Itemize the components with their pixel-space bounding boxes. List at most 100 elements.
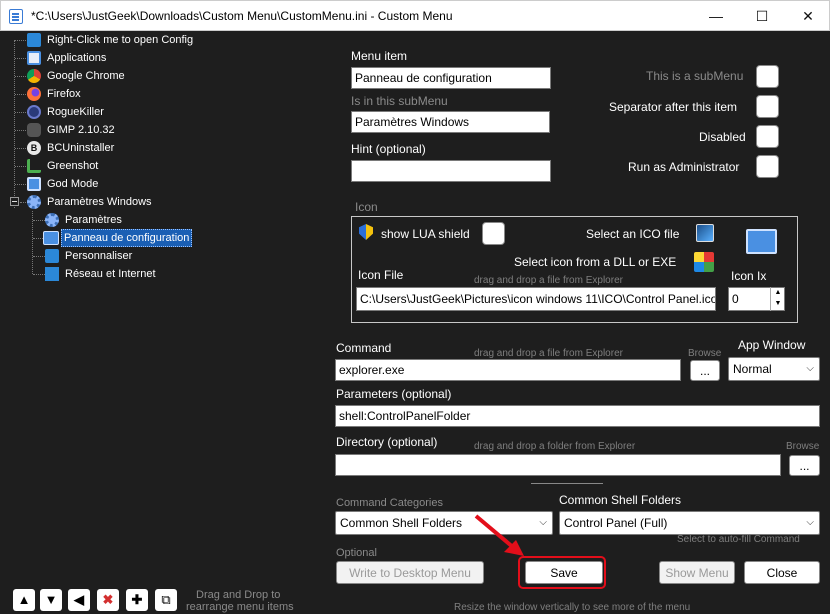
tree-item-label: BCUninstaller <box>47 142 115 154</box>
maximize-button[interactable]: ☐ <box>739 1 785 31</box>
title-bar: *C:\Users\JustGeek\Downloads\Custom Menu… <box>0 0 830 31</box>
collapse-toggle[interactable] <box>10 197 19 206</box>
select-dll-button[interactable] <box>694 252 714 272</box>
parameters-label: Parameters (optional) <box>336 387 452 401</box>
chevron-down-icon: ⌵ <box>539 517 547 528</box>
command-categories-label: Command Categories <box>336 497 443 509</box>
bcuninstaller-icon: B <box>27 141 41 155</box>
separator-checkbox[interactable] <box>756 95 779 118</box>
run-admin-label: Run as Administrator <box>628 160 740 174</box>
command-browse-hint: Browse <box>688 348 722 359</box>
resize-hint: Resize the window vertically to see more… <box>454 602 691 613</box>
divider <box>531 483 603 484</box>
save-highlight-box <box>518 556 606 589</box>
red-arrow-annotation <box>474 514 524 556</box>
icon-file-input[interactable]: C:\Users\JustGeek\Pictures\icon windows … <box>356 287 716 311</box>
shell-folders-label: Common Shell Folders <box>559 493 682 507</box>
write-desktop-menu-button[interactable]: Write to Desktop Menu <box>336 561 484 584</box>
show-menu-button[interactable]: Show Menu <box>659 561 735 584</box>
icon-index-spinner[interactable]: ▲ ▼ <box>770 287 785 311</box>
gear-icon <box>45 213 59 227</box>
add-button[interactable]: ✚ <box>126 589 148 611</box>
disabled-checkbox[interactable] <box>756 125 779 148</box>
app-window-select[interactable]: Normal ⌵ <box>728 357 820 381</box>
app-icon <box>9 9 23 24</box>
minimize-button[interactable]: — <box>693 1 739 31</box>
move-left-button[interactable]: ◀ <box>68 589 90 611</box>
tree-line <box>33 220 45 221</box>
personalize-icon <box>45 249 59 263</box>
command-input[interactable]: explorer.exe <box>335 359 681 381</box>
shell-folders-value: Control Panel (Full) <box>564 516 668 530</box>
tree-line <box>33 256 45 257</box>
copy-button[interactable]: ⧉ <box>155 589 177 611</box>
select-ico-button[interactable] <box>696 224 714 242</box>
icon-index-label: Icon Ix <box>731 269 767 283</box>
separator-label: Separator after this item <box>609 100 738 114</box>
tree-item-label: RogueKiller <box>47 106 104 118</box>
hint-input[interactable] <box>351 160 551 182</box>
tree-item-label: Applications <box>47 52 107 64</box>
tree-item-label: Google Chrome <box>47 70 125 82</box>
roguekiller-icon <box>27 105 41 119</box>
tree-item-label: Firefox <box>47 88 81 100</box>
move-down-button[interactable]: ▼ <box>40 589 62 611</box>
tree-item-label: God Mode <box>47 178 99 190</box>
menu-item-label: Menu item <box>351 49 408 63</box>
chrome-icon <box>27 69 41 83</box>
tree-item-label: Right-Click me to open Config <box>47 34 194 46</box>
autofill-hint: Select to auto-fill Command <box>677 534 800 545</box>
optional-label: Optional <box>336 547 377 559</box>
tree-item-label: Greenshot <box>47 160 99 172</box>
icon-preview <box>746 229 777 254</box>
close-window-button[interactable]: ✕ <box>785 1 830 31</box>
submenu-input[interactable]: Paramètres Windows <box>351 111 550 133</box>
submenu-label: Is in this subMenu <box>351 94 448 108</box>
godmode-icon <box>27 177 41 191</box>
drag-drop-hint-1: Drag and Drop to <box>196 589 281 601</box>
tree-item-label: Réseau et Internet <box>65 268 156 280</box>
directory-input[interactable] <box>335 454 781 476</box>
spin-up-icon[interactable]: ▲ <box>771 287 785 298</box>
chevron-down-icon: ⌵ <box>806 363 814 374</box>
control-panel-icon <box>43 231 59 245</box>
lua-shield-label: show LUA shield <box>381 227 470 241</box>
tree-item-label: Panneau de configuration <box>61 229 193 247</box>
icon-file-label: Icon File <box>358 268 404 282</box>
move-up-button[interactable]: ▲ <box>13 589 35 611</box>
directory-drag-hint: drag and drop a folder from Explorer <box>474 441 636 452</box>
icon-group-title: Icon <box>355 200 378 214</box>
hint-label: Hint (optional) <box>351 142 426 156</box>
window-title: *C:\Users\JustGeek\Downloads\Custom Menu… <box>31 9 453 23</box>
run-admin-checkbox[interactable] <box>756 155 779 178</box>
spin-down-icon[interactable]: ▼ <box>771 298 785 309</box>
tree-line <box>33 274 45 275</box>
delete-button[interactable]: ✖ <box>97 589 119 611</box>
directory-browse-button[interactable]: ... <box>789 455 820 476</box>
gear-icon <box>27 195 41 209</box>
tree-item-label: Personnaliser <box>65 250 133 262</box>
menu-item-input[interactable]: Panneau de configuration <box>351 67 551 89</box>
command-categories-value: Common Shell Folders <box>340 516 463 530</box>
directory-browse-hint: Browse <box>786 441 820 452</box>
apps-icon <box>27 51 41 65</box>
shell-folders-select[interactable]: Control Panel (Full) ⌵ <box>559 511 820 535</box>
firefox-icon <box>27 87 41 101</box>
drag-drop-hint-2: rearrange menu items <box>186 601 294 613</box>
tree-item-label: Paramètres <box>65 214 122 226</box>
directory-label: Directory (optional) <box>336 435 438 449</box>
tree-item-label: GIMP 2.10.32 <box>47 124 115 136</box>
parameters-input[interactable]: shell:ControlPanelFolder <box>335 405 820 427</box>
command-drag-hint: drag and drop a file from Explorer <box>474 348 623 359</box>
network-icon <box>45 267 59 281</box>
lua-shield-checkbox[interactable] <box>482 222 505 245</box>
greenshot-icon <box>27 159 41 173</box>
tree-item-label: Paramètres Windows <box>47 196 152 208</box>
command-browse-button[interactable]: ... <box>690 360 720 381</box>
command-label: Command <box>336 341 392 355</box>
chevron-down-icon: ⌵ <box>806 517 814 528</box>
select-ico-label: Select an ICO file <box>586 227 680 241</box>
is-submenu-checkbox[interactable] <box>756 65 779 88</box>
close-button[interactable]: Close <box>744 561 820 584</box>
tree-line <box>14 40 15 208</box>
